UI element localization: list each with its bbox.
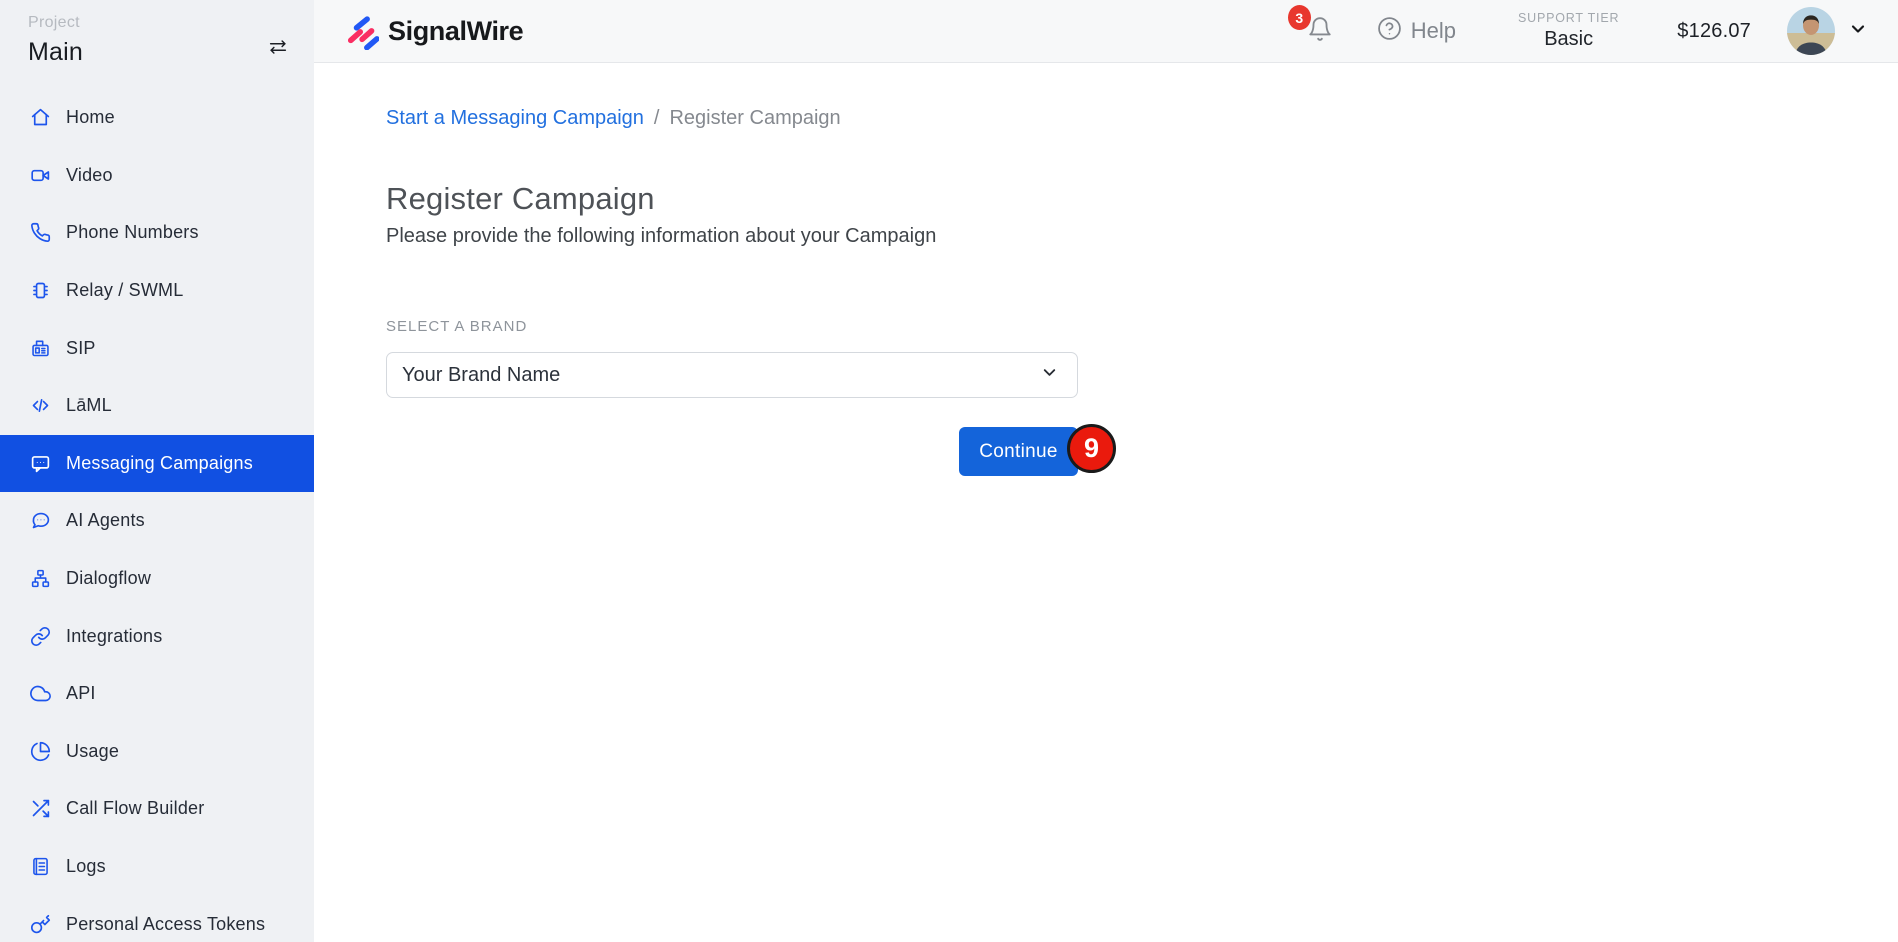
sidebar-item-label: Phone Numbers	[66, 222, 199, 243]
select-brand-label: SELECT A BRAND	[386, 318, 527, 335]
sidebar-item-label: Logs	[66, 856, 106, 877]
continue-button[interactable]: Continue	[959, 427, 1078, 476]
support-tier-label: SUPPORT TIER	[1518, 11, 1619, 25]
breadcrumb-link-start-messaging-campaign[interactable]: Start a Messaging Campaign	[386, 107, 644, 130]
sidebar-item-label: LāML	[66, 395, 112, 416]
signalwire-logo[interactable]: SignalWire	[346, 13, 523, 50]
phone-icon	[28, 221, 52, 245]
project-switcher: Project Main	[0, 0, 314, 67]
notification-count-badge: 3	[1288, 5, 1311, 30]
sidebar-item-api[interactable]: API	[0, 665, 314, 723]
sidebar-item-laml[interactable]: LāML	[0, 377, 314, 435]
page-subtitle: Please provide the following information…	[386, 225, 936, 248]
journal-icon	[28, 855, 52, 879]
chat-round-icon	[28, 509, 52, 533]
sidebar-item-label: Usage	[66, 741, 119, 762]
select-chevron-down-icon	[1040, 363, 1059, 388]
right-column: SignalWire 3 Help SUPPORT TIER	[314, 0, 1898, 942]
sidebar-item-home[interactable]: Home	[0, 89, 314, 147]
sidebar-item-phone-numbers[interactable]: Phone Numbers	[0, 204, 314, 262]
sidebar-item-call-flow-builder[interactable]: Call Flow Builder	[0, 780, 314, 838]
sidebar-item-ai-agents[interactable]: AI Agents	[0, 492, 314, 550]
sidebar-item-label: AI Agents	[66, 510, 145, 531]
signalwire-logo-mark	[346, 13, 379, 50]
sidebar-item-video[interactable]: Video	[0, 147, 314, 205]
sidebar-item-sip[interactable]: SIP	[0, 319, 314, 377]
breadcrumb: Start a Messaging Campaign / Register Ca…	[386, 107, 841, 130]
sidebar-item-label: Messaging Campaigns	[66, 453, 253, 474]
signalwire-logo-text: SignalWire	[388, 16, 523, 47]
user-menu[interactable]	[1787, 7, 1868, 55]
brand-select[interactable]: Your Brand Name	[386, 352, 1078, 398]
sidebar-item-label: Relay / SWML	[66, 280, 183, 301]
help-circle-icon	[1377, 16, 1402, 46]
support-tier-value: Basic	[1518, 28, 1619, 51]
sidebar-item-messaging-campaigns[interactable]: Messaging Campaigns	[0, 435, 314, 493]
code-icon	[28, 394, 52, 418]
pie-icon	[28, 739, 52, 763]
sidebar-item-integrations[interactable]: Integrations	[0, 607, 314, 665]
sidebar-item-label: Integrations	[66, 626, 162, 647]
page-title: Register Campaign	[386, 181, 655, 217]
sidebar-nav: Home Video Phone Numbers Relay / SWML	[0, 89, 314, 942]
header-actions: 3 Help SUPPORT TIER Basic $126.07	[1303, 7, 1868, 55]
annotation-step-badge: 9	[1067, 424, 1116, 473]
avatar	[1787, 7, 1835, 55]
help-label: Help	[1411, 18, 1456, 44]
link-icon	[28, 624, 52, 648]
notifications-button[interactable]: 3	[1303, 14, 1337, 48]
sidebar-item-label: Home	[66, 107, 115, 128]
swap-arrows-icon	[265, 36, 291, 61]
main-content: Start a Messaging Campaign / Register Ca…	[314, 63, 1898, 942]
breadcrumb-current: Register Campaign	[669, 107, 840, 130]
chevron-down-icon	[1848, 19, 1868, 44]
sidebar-item-usage[interactable]: Usage	[0, 723, 314, 781]
sidebar-item-label: Personal Access Tokens	[66, 914, 265, 935]
sitemap-icon	[28, 567, 52, 591]
brand-select-value: Your Brand Name	[402, 364, 560, 387]
support-tier: SUPPORT TIER Basic	[1518, 11, 1619, 51]
sidebar-item-label: Call Flow Builder	[66, 798, 204, 819]
sidebar-item-relay-swml[interactable]: Relay / SWML	[0, 262, 314, 320]
sidebar-item-dialogflow[interactable]: Dialogflow	[0, 550, 314, 608]
sidebar-item-label: SIP	[66, 338, 96, 359]
help-button[interactable]: Help	[1377, 16, 1456, 46]
sidebar-item-label: Video	[66, 165, 113, 186]
switch-project-button[interactable]	[264, 36, 292, 60]
sidebar-item-label: Dialogflow	[66, 568, 151, 589]
shuffle-icon	[28, 797, 52, 821]
app-shell: Project Main Home	[0, 0, 1898, 942]
fax-icon	[28, 336, 52, 360]
chat-square-icon	[28, 451, 52, 475]
breadcrumb-separator: /	[654, 107, 660, 130]
top-header: SignalWire 3 Help SUPPORT TIER	[314, 0, 1898, 63]
chip-icon	[28, 279, 52, 303]
cloud-icon	[28, 682, 52, 706]
key-icon	[28, 912, 52, 936]
sidebar-item-personal-access-tokens[interactable]: Personal Access Tokens	[0, 895, 314, 942]
sidebar-item-logs[interactable]: Logs	[0, 838, 314, 896]
sidebar-item-label: API	[66, 683, 96, 704]
sidebar: Project Main Home	[0, 0, 314, 942]
home-icon	[28, 106, 52, 130]
video-icon	[28, 163, 52, 187]
account-balance: $126.07	[1677, 20, 1751, 43]
project-label: Project	[28, 14, 314, 32]
